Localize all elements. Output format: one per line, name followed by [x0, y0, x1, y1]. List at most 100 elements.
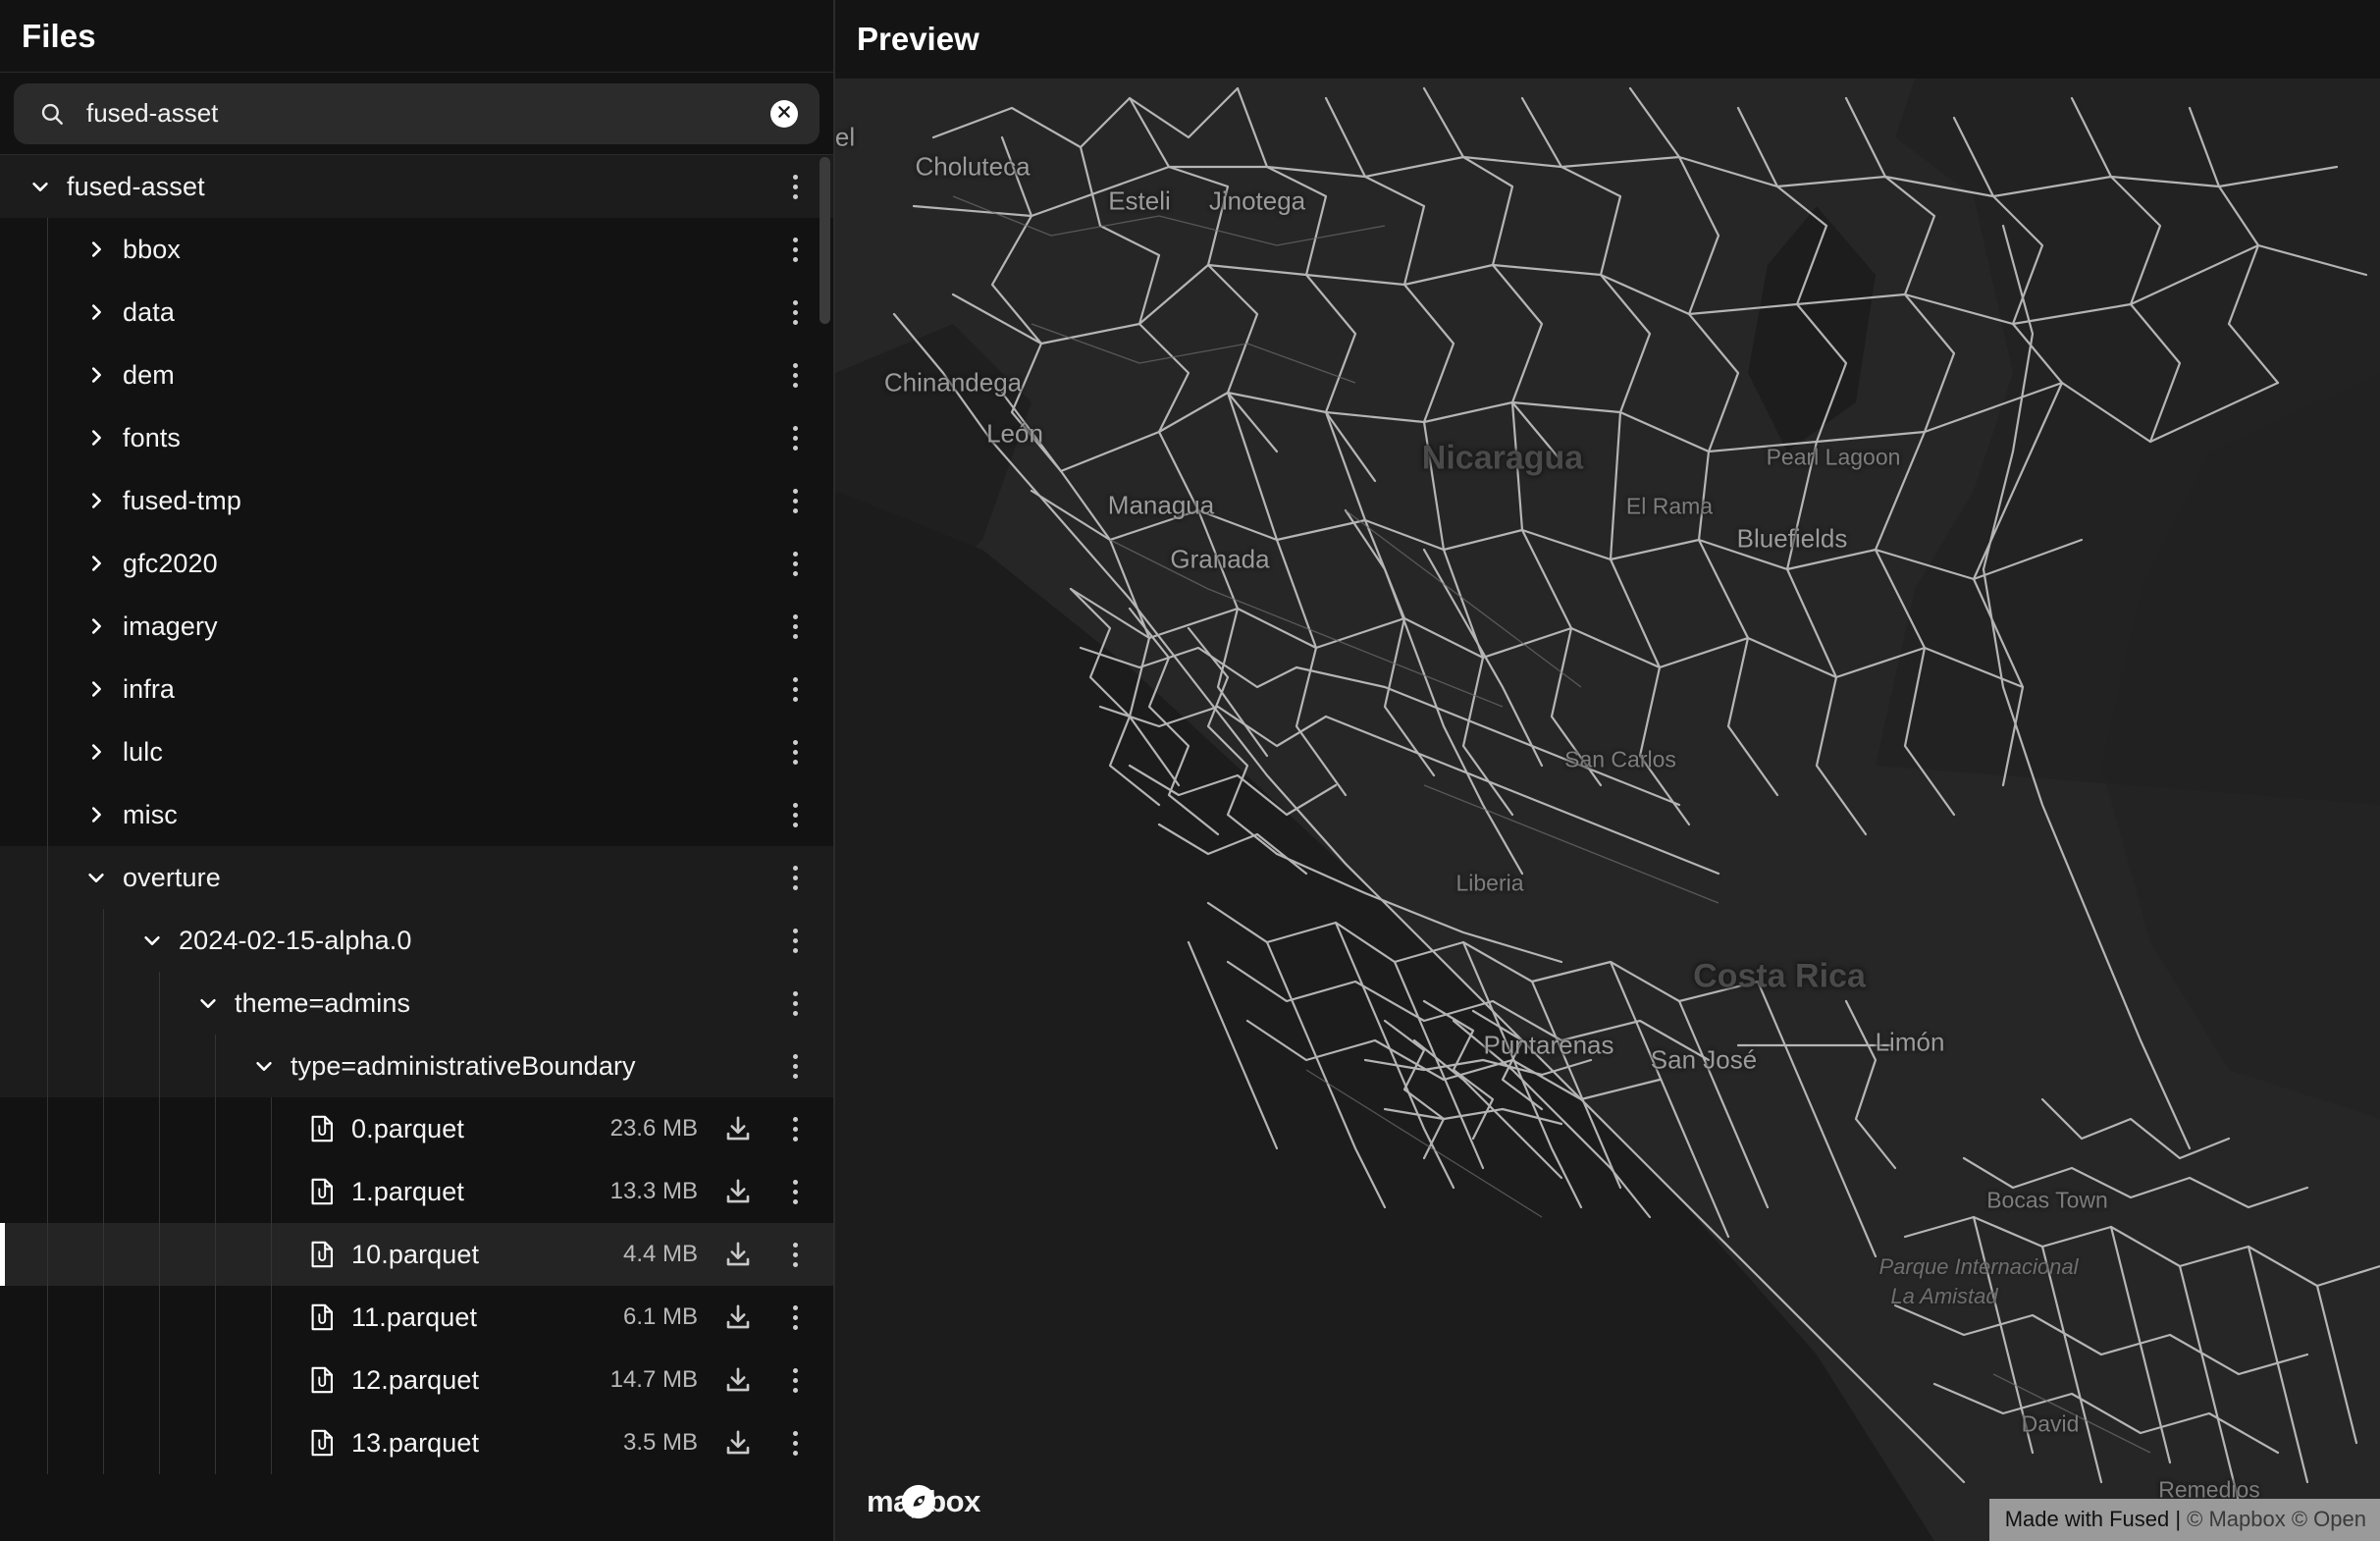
tree-folder-row[interactable]: gfc2020 — [0, 532, 833, 595]
chevron-down-icon[interactable] — [85, 867, 107, 888]
tree-folder-row[interactable]: overture — [0, 846, 833, 909]
files-sidebar: Files fused-assetbboxd — [0, 0, 835, 1541]
tree-folder-row[interactable]: imagery — [0, 595, 833, 658]
file-parquet-icon — [311, 1303, 334, 1331]
kebab-menu-icon[interactable] — [778, 1430, 812, 1456]
kebab-menu-icon[interactable] — [778, 676, 812, 702]
map-attribution[interactable]: Made with Fused | © Mapbox © Open — [1988, 1499, 2380, 1541]
download-icon[interactable] — [723, 1240, 753, 1269]
tree-folder-row[interactable]: fonts — [0, 406, 833, 469]
tree-item-label: lulc — [123, 736, 163, 767]
kebab-menu-icon[interactable] — [778, 425, 812, 451]
chevron-down-icon[interactable] — [253, 1055, 275, 1077]
tree-item-label: 10.parquet — [351, 1239, 480, 1269]
chevron-down-icon[interactable] — [29, 176, 51, 197]
search-bar — [0, 73, 833, 155]
tree-file-row[interactable]: 1.parquet 13.3 MB — [0, 1160, 833, 1223]
mapbox-logo[interactable]: mapbox — [857, 1484, 980, 1519]
chevron-right-icon[interactable] — [85, 239, 107, 260]
file-size: 23.6 MB — [609, 1115, 698, 1142]
chevron-right-icon[interactable] — [85, 490, 107, 511]
tree-folder-row[interactable]: theme=admins — [0, 972, 833, 1035]
preview-header: Preview — [835, 0, 2380, 79]
chevron-right-icon[interactable] — [85, 804, 107, 825]
tree-item-label: 1.parquet — [351, 1176, 464, 1206]
kebab-menu-icon[interactable] — [778, 299, 812, 325]
file-size: 14.7 MB — [609, 1366, 698, 1393]
tree-item-label: type=administrativeBoundary — [291, 1050, 636, 1081]
kebab-menu-icon[interactable] — [778, 174, 812, 199]
kebab-menu-icon[interactable] — [778, 990, 812, 1016]
search-box[interactable] — [14, 82, 820, 144]
file-size: 13.3 MB — [609, 1178, 698, 1204]
file-parquet-icon — [311, 1241, 334, 1268]
chevron-down-icon[interactable] — [141, 930, 163, 951]
file-size: 4.4 MB — [622, 1241, 698, 1267]
close-circle-icon — [776, 104, 792, 123]
app-root: Files fused-assetbboxd — [0, 0, 2380, 1541]
file-size: 6.1 MB — [622, 1303, 698, 1330]
clear-search-button[interactable] — [770, 99, 798, 128]
tree-folder-row[interactable]: bbox — [0, 218, 833, 281]
tree-item-label: data — [123, 296, 175, 327]
file-tree[interactable]: fused-asset bbox data dem fonts fused-tmp gfc2… — [0, 155, 833, 1541]
chevron-right-icon[interactable] — [85, 678, 107, 700]
kebab-menu-icon[interactable] — [778, 1367, 812, 1393]
tree-item-label: misc — [123, 799, 178, 829]
chevron-right-icon[interactable] — [85, 364, 107, 386]
download-icon[interactable] — [723, 1302, 753, 1332]
page-title: Files — [22, 17, 96, 54]
kebab-menu-icon[interactable] — [778, 1053, 812, 1079]
chevron-right-icon[interactable] — [85, 553, 107, 574]
preview-title: Preview — [857, 21, 979, 57]
tree-folder-row[interactable]: fused-asset — [0, 155, 833, 218]
download-icon[interactable] — [723, 1365, 753, 1395]
tree-file-row[interactable]: 0.parquet 23.6 MB — [0, 1097, 833, 1160]
sidebar-scrollbar-thumb[interactable] — [820, 157, 830, 324]
tree-folder-row[interactable]: type=administrativeBoundary — [0, 1035, 833, 1097]
kebab-menu-icon[interactable] — [778, 551, 812, 576]
download-icon[interactable] — [723, 1114, 753, 1143]
file-size: 3.5 MB — [622, 1429, 698, 1456]
chevron-right-icon[interactable] — [85, 301, 107, 323]
tree-item-label: bbox — [123, 234, 181, 264]
tree-folder-row[interactable]: lulc — [0, 720, 833, 783]
tree-item-label: 2024-02-15-alpha.0 — [179, 925, 412, 955]
chevron-right-icon[interactable] — [85, 615, 107, 637]
map-canvas[interactable]: el Choluteca Esteli Jinotega Chinandega León M… — [835, 79, 2380, 1541]
attribution-sources: © Mapbox © Open — [2187, 1507, 2366, 1531]
tree-item-label: 13.parquet — [351, 1427, 480, 1458]
chevron-down-icon[interactable] — [197, 992, 219, 1014]
tree-folder-row[interactable]: fused-tmp — [0, 469, 833, 532]
kebab-menu-icon[interactable] — [778, 802, 812, 827]
kebab-menu-icon[interactable] — [778, 865, 812, 890]
kebab-menu-icon[interactable] — [778, 613, 812, 639]
tree-folder-row[interactable]: infra — [0, 658, 833, 720]
tree-file-row[interactable]: 11.parquet 6.1 MB — [0, 1286, 833, 1349]
tree-folder-row[interactable]: data — [0, 281, 833, 344]
map-boundaries — [835, 79, 2380, 1541]
tree-file-row[interactable]: 12.parquet 14.7 MB — [0, 1349, 833, 1411]
kebab-menu-icon[interactable] — [778, 488, 812, 513]
tree-folder-row[interactable]: misc — [0, 783, 833, 846]
kebab-menu-icon[interactable] — [778, 237, 812, 262]
kebab-menu-icon[interactable] — [778, 1242, 812, 1267]
kebab-menu-icon[interactable] — [778, 739, 812, 765]
kebab-menu-icon[interactable] — [778, 928, 812, 953]
kebab-menu-icon[interactable] — [778, 362, 812, 388]
search-input[interactable] — [86, 98, 770, 129]
tree-folder-row[interactable]: dem — [0, 344, 833, 406]
tree-file-row[interactable]: 10.parquet 4.4 MB — [0, 1223, 833, 1286]
kebab-menu-icon[interactable] — [778, 1116, 812, 1142]
kebab-menu-icon[interactable] — [778, 1179, 812, 1204]
tree-file-row[interactable]: 13.parquet 3.5 MB — [0, 1411, 833, 1474]
tree-item-label: dem — [123, 359, 175, 390]
tree-item-label: overture — [123, 862, 221, 892]
chevron-right-icon[interactable] — [85, 427, 107, 449]
chevron-right-icon[interactable] — [85, 741, 107, 763]
download-icon[interactable] — [723, 1428, 753, 1458]
tree-folder-row[interactable]: 2024-02-15-alpha.0 — [0, 909, 833, 972]
tree-item-label: 11.parquet — [351, 1302, 478, 1332]
kebab-menu-icon[interactable] — [778, 1304, 812, 1330]
download-icon[interactable] — [723, 1177, 753, 1206]
